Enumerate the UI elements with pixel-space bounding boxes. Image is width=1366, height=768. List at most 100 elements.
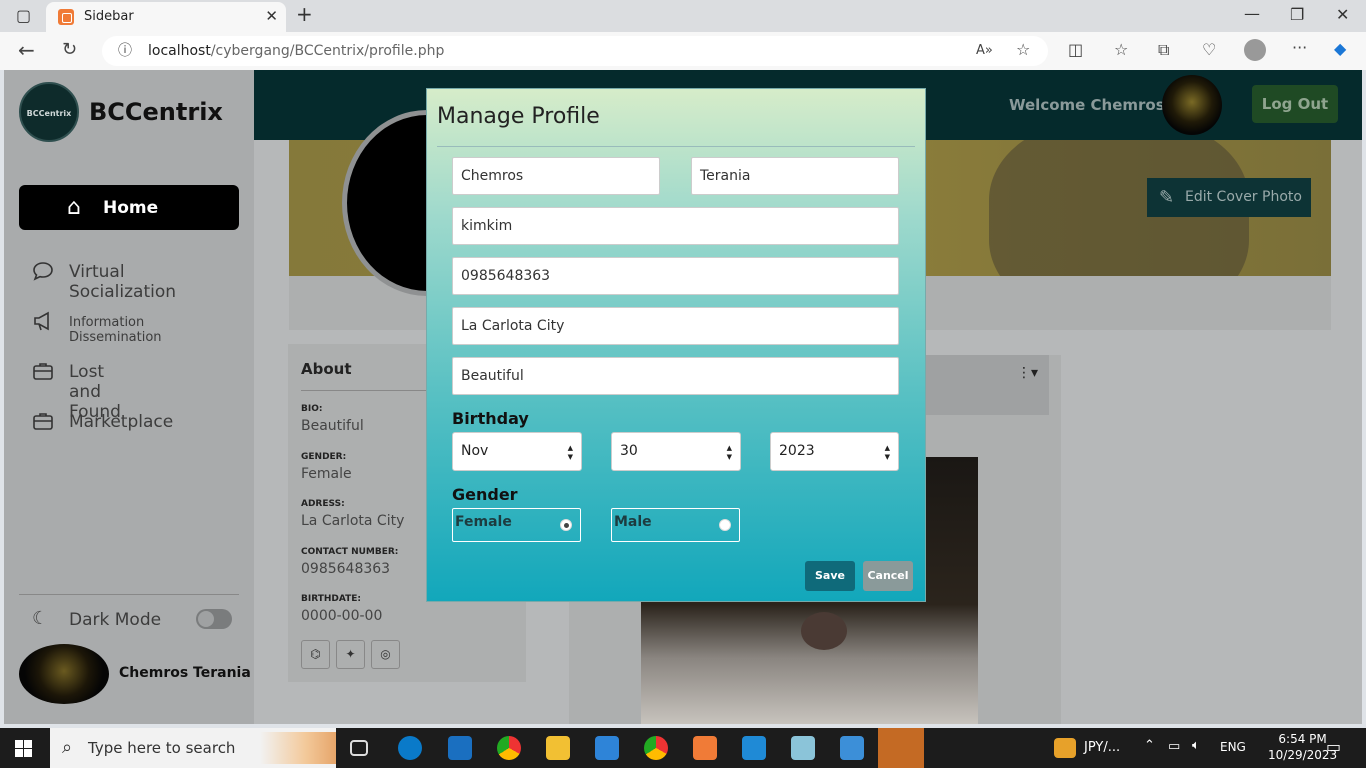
copilot-icon[interactable]: ◆ — [1334, 40, 1346, 58]
tab-actions-icon[interactable]: ▢ — [16, 8, 31, 24]
gender-option-female[interactable]: Female — [452, 508, 581, 542]
modal-divider — [437, 146, 915, 147]
new-tab-icon[interactable]: + — [296, 4, 313, 24]
avatar[interactable] — [19, 644, 109, 704]
select-arrows-icon: ▲ ▼ — [726, 444, 732, 461]
chrome-profile-icon[interactable] — [644, 736, 668, 760]
instagram-icon[interactable]: ◎ — [371, 640, 400, 669]
browser-essentials-icon[interactable]: ♡ — [1202, 41, 1216, 59]
sidebar-item-label: Home — [103, 198, 159, 218]
address-field[interactable]: La Carlota City — [452, 307, 899, 345]
back-icon[interactable]: ← — [18, 40, 35, 60]
search-highlight-image — [260, 732, 336, 764]
contact-label: CONTACT NUMBER: — [301, 547, 399, 557]
address-toolbar: ← ↻ ⓘ localhost/cybergang/BCCentrix/prof… — [0, 32, 1366, 70]
photos-icon[interactable] — [840, 736, 864, 760]
more-icon[interactable]: ··· — [1292, 39, 1307, 57]
profile-icon[interactable] — [1244, 39, 1266, 61]
gender-value: Female — [301, 466, 352, 482]
browser-tab[interactable]: Sidebar ✕ — [46, 2, 286, 32]
contact-field[interactable]: 0985648363 — [452, 257, 899, 295]
favorite-star-icon[interactable]: ☆ — [1016, 41, 1030, 59]
edit-icon: ✎ — [1159, 187, 1175, 208]
volume-icon[interactable]: 🔈︎ — [1192, 738, 1200, 753]
dark-mode-toggle[interactable] — [196, 609, 232, 629]
url-bar[interactable]: ⓘ localhost/cybergang/BCCentrix/profile.… — [102, 36, 1048, 66]
edge-icon[interactable] — [398, 736, 422, 760]
xampp-icon[interactable] — [693, 736, 717, 760]
home-icon: ⌂ — [67, 195, 81, 220]
last-name-field[interactable]: Terania — [691, 157, 899, 195]
first-name-field[interactable]: Chemros — [452, 157, 660, 195]
taskbar-search-box[interactable]: ⌕ Type here to search — [50, 728, 336, 768]
restore-icon[interactable]: ❐ — [1290, 7, 1304, 23]
info-icon[interactable]: ⓘ — [118, 42, 132, 60]
sidebar-item-label: Virtual Socialization — [69, 262, 177, 302]
language-indicator[interactable]: ENG — [1220, 740, 1246, 754]
radio-checked-icon[interactable] — [560, 519, 572, 531]
birth-year-select[interactable]: 2023 ▲ ▼ — [770, 432, 899, 471]
vscode-icon[interactable] — [742, 736, 766, 760]
megaphone-icon — [34, 311, 49, 331]
username-field[interactable]: kimkim — [452, 207, 899, 245]
cancel-button[interactable]: Cancel — [863, 561, 913, 591]
address-label: ADRESS: — [301, 499, 345, 509]
gender-option-label: Male — [614, 514, 652, 530]
save-button[interactable]: Save — [805, 561, 855, 591]
collections-icon[interactable]: ⧉ — [1158, 41, 1169, 59]
store-icon[interactable] — [595, 736, 619, 760]
birthdate-value: 0000-00-00 — [301, 608, 383, 624]
mail-icon[interactable] — [448, 736, 472, 760]
notepad-icon[interactable] — [791, 736, 815, 760]
sidebar-item-home[interactable]: ⌂ Home — [19, 185, 239, 230]
dark-mode-label: Dark Mode — [69, 610, 162, 630]
edit-cover-photo-button[interactable]: ✎ Edit Cover Photo — [1147, 178, 1311, 217]
birth-year-value: 2023 — [779, 443, 815, 459]
birth-day-value: 30 — [620, 443, 638, 459]
currency-icon[interactable] — [1054, 738, 1076, 758]
task-view-icon[interactable] — [350, 740, 368, 756]
edit-cover-label: Edit Cover Photo — [1185, 189, 1302, 205]
chrome-icon[interactable] — [497, 736, 521, 760]
about-title: About — [301, 360, 352, 378]
dog-nose — [801, 612, 847, 650]
gender-label: GENDER: — [301, 452, 347, 462]
sidebar-divider — [19, 594, 239, 595]
refresh-icon[interactable]: ↻ — [62, 41, 77, 59]
twitter-icon[interactable]: ✦ — [336, 640, 365, 669]
url-host: localhost — [148, 43, 211, 59]
search-placeholder: Type here to search — [88, 739, 236, 757]
windows-start-icon[interactable] — [15, 740, 32, 757]
sidebar: BCCentrix BCCentrix ⌂ Home Virtual Socia… — [4, 70, 254, 724]
gender-option-label: Female — [455, 514, 512, 530]
birth-day-select[interactable]: 30 ▲ ▼ — [611, 432, 741, 471]
snipping-tool-icon[interactable] — [878, 728, 924, 768]
tab-title: Sidebar — [84, 9, 134, 24]
split-screen-icon[interactable]: ◫ — [1068, 41, 1083, 59]
file-explorer-icon[interactable] — [546, 736, 570, 760]
radio-unchecked-icon[interactable] — [719, 519, 731, 531]
logout-button[interactable]: Log Out — [1252, 85, 1338, 123]
page-content: BCCentrix BCCentrix ⌂ Home Virtual Socia… — [4, 70, 1362, 724]
bio-field[interactable]: Beautiful — [452, 357, 899, 395]
browser-tab-bar: ▢ Sidebar ✕ + — ❐ ✕ — [0, 0, 1366, 32]
currency-text[interactable]: JPY/... — [1084, 740, 1120, 755]
battery-icon[interactable]: ▭ — [1168, 739, 1180, 754]
gender-option-male[interactable]: Male — [611, 508, 740, 542]
header-avatar[interactable] — [1162, 75, 1222, 135]
contact-value: 0985648363 — [301, 561, 391, 577]
github-icon[interactable]: ⌬ — [301, 640, 330, 669]
modal-title: Manage Profile — [437, 104, 600, 129]
close-tab-icon[interactable]: ✕ — [265, 7, 278, 25]
close-window-icon[interactable]: ✕ — [1336, 7, 1349, 23]
birthdate-label: BIRTHDATE: — [301, 594, 362, 604]
tray-chevron-icon[interactable]: ⌃ — [1144, 738, 1155, 753]
read-aloud-icon[interactable]: A» — [976, 42, 993, 60]
notification-icon[interactable]: ▭ — [1326, 737, 1341, 756]
favorites-icon[interactable]: ☆ — [1114, 41, 1128, 59]
sidebar-item-label: Marketplace — [69, 412, 174, 432]
birth-month-select[interactable]: Nov ▲ ▼ — [452, 432, 582, 471]
minimize-icon[interactable]: — — [1244, 6, 1260, 22]
post-options-icon[interactable]: ⋮▾ — [1017, 365, 1038, 381]
manage-profile-modal: Manage Profile Chemros Terania kimkim 09… — [426, 88, 926, 602]
